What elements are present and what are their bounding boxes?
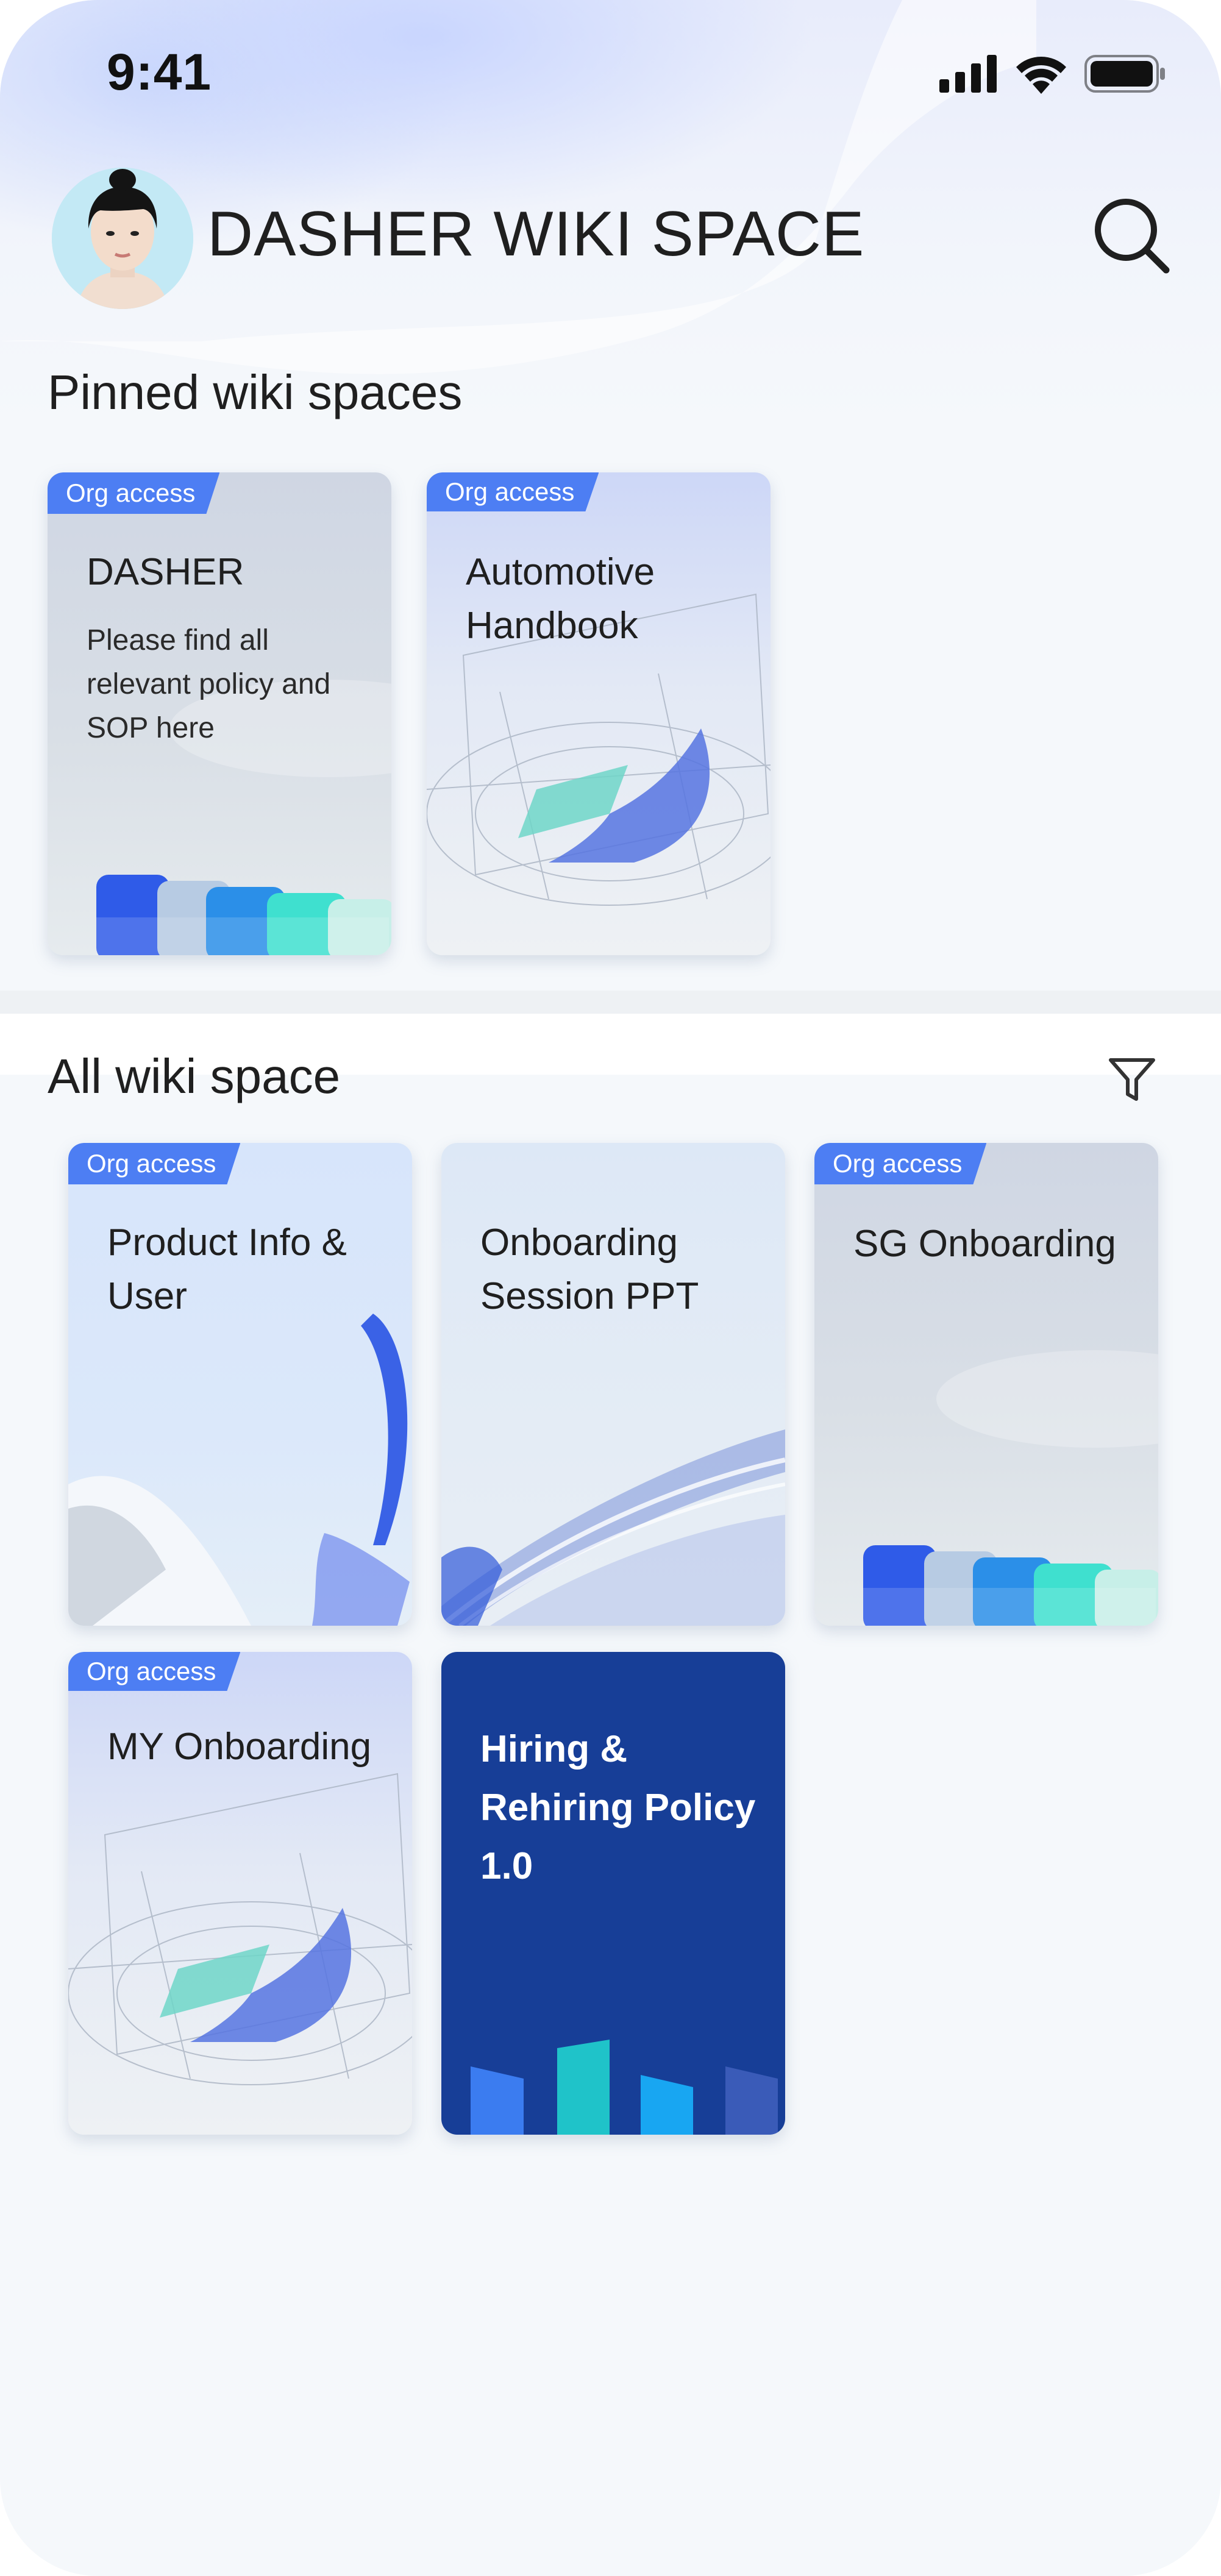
- signal-icon: [939, 55, 997, 93]
- card-title: DASHER: [87, 551, 244, 593]
- wifi-icon: [1016, 57, 1066, 94]
- pinned-section-title: Pinned wiki spaces: [48, 365, 463, 419]
- org-access-badge: Org access: [814, 1143, 986, 1184]
- app-screen: 9:41 DASHER WIKI SPACE Pinned wiki space…: [0, 0, 1221, 2576]
- card-artwork: [863, 1350, 1158, 1626]
- card-title: Automotive Handbook: [466, 551, 655, 647]
- wiki-card-hiring-policy[interactable]: Hiring & Rehiring Policy 1.0: [441, 1652, 785, 2135]
- search-button[interactable]: [1088, 192, 1173, 277]
- card-title: Product Info & User: [107, 1222, 347, 1317]
- org-access-badge: Org access: [68, 1652, 240, 1691]
- avatar-portrait: [52, 168, 193, 309]
- wiki-card-product-info[interactable]: Org access Product Info & User: [68, 1143, 412, 1626]
- card-title: MY Onboarding: [107, 1726, 372, 1768]
- wiki-card-automotive-handbook[interactable]: Org access Automotive Handbook: [427, 472, 771, 955]
- wiki-card-my-onboarding[interactable]: Org access MY Onboarding: [68, 1652, 412, 2135]
- all-section-title: All wiki space: [48, 1049, 341, 1103]
- status-time: 9:41: [107, 43, 212, 101]
- card-title: Onboarding Session PPT: [480, 1222, 699, 1317]
- card-artwork: [68, 1314, 410, 1626]
- user-avatar[interactable]: [52, 168, 193, 309]
- filter-button[interactable]: [1105, 1051, 1159, 1106]
- search-icon: [1095, 199, 1170, 274]
- org-access-badge: Org access: [68, 1143, 240, 1184]
- wiki-card-dasher[interactable]: Org access DASHER Please find all releva…: [48, 472, 391, 955]
- org-access-badge: Org access: [48, 472, 219, 514]
- battery-icon: [1084, 55, 1165, 93]
- wiki-card-sg-onboarding[interactable]: Org access SG Onboarding: [814, 1143, 1158, 1626]
- filter-icon: [1109, 1058, 1155, 1101]
- card-artwork: [427, 593, 771, 906]
- status-icons: [939, 54, 1167, 94]
- page-title: DASHER WIKI SPACE: [207, 199, 865, 269]
- card-description: Please find all relevant policy and SOP …: [87, 624, 331, 744]
- org-access-badge: Org access: [427, 472, 599, 511]
- card-title: Hiring & Rehiring Policy 1.0: [480, 1728, 756, 1887]
- wiki-card-onboarding-session[interactable]: Onboarding Session PPT: [441, 1143, 785, 1626]
- card-artwork: [441, 1429, 785, 1626]
- section-divider: [0, 991, 1221, 1014]
- card-title: SG Onboarding: [853, 1223, 1116, 1265]
